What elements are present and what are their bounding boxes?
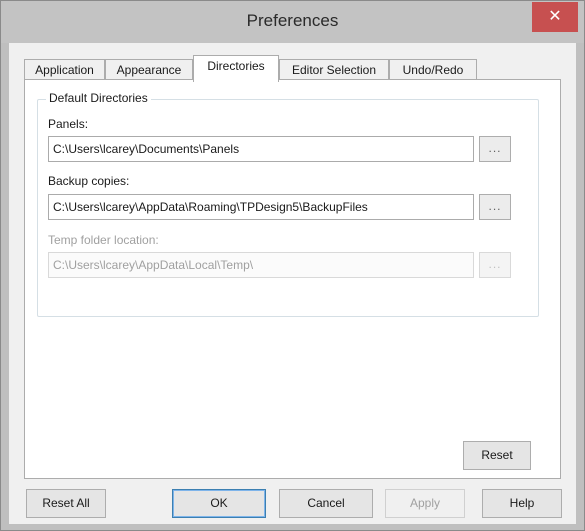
temp-folder-browse-button: ... — [479, 252, 511, 278]
reset-all-button[interactable]: Reset All — [26, 489, 106, 518]
cancel-button[interactable]: Cancel — [279, 489, 373, 518]
title-bar[interactable]: Preferences ✕ — [1, 1, 584, 43]
panels-label: Panels: — [48, 117, 89, 131]
tab-application[interactable]: Application — [24, 59, 105, 81]
backup-copies-path-field[interactable]: C:\Users\lcarey\AppData\Roaming\TPDesign… — [48, 194, 474, 220]
backup-copies-label: Backup copies: — [48, 174, 130, 188]
tab-directories[interactable]: Directories — [193, 55, 279, 82]
group-label: Default Directories — [46, 91, 151, 105]
tab-appearance[interactable]: Appearance — [105, 59, 193, 81]
reset-button[interactable]: Reset — [463, 441, 531, 470]
temp-folder-path-field: C:\Users\lcarey\AppData\Local\Temp\ — [48, 252, 474, 278]
temp-folder-label: Temp folder location: — [48, 233, 159, 247]
close-button[interactable]: ✕ — [532, 2, 578, 32]
close-icon: ✕ — [548, 8, 562, 25]
directories-panel: Default Directories Panels: C:\Users\lca… — [24, 79, 561, 479]
window-title: Preferences — [246, 11, 339, 30]
tab-undo-redo[interactable]: Undo/Redo — [389, 59, 477, 81]
backup-copies-browse-button[interactable]: ... — [479, 194, 511, 220]
ok-button[interactable]: OK — [172, 489, 266, 518]
default-directories-group: Default Directories Panels: C:\Users\lca… — [37, 91, 539, 317]
panels-path-field[interactable]: C:\Users\lcarey\Documents\Panels — [48, 136, 474, 162]
preferences-dialog: Preferences ✕ Application Appearance Dir… — [0, 0, 585, 531]
panels-browse-button[interactable]: ... — [479, 136, 511, 162]
dialog-body: Application Appearance Directories Edito… — [9, 43, 576, 524]
apply-button: Apply — [385, 489, 465, 518]
tab-editor-selection[interactable]: Editor Selection — [279, 59, 389, 81]
help-button[interactable]: Help — [482, 489, 562, 518]
